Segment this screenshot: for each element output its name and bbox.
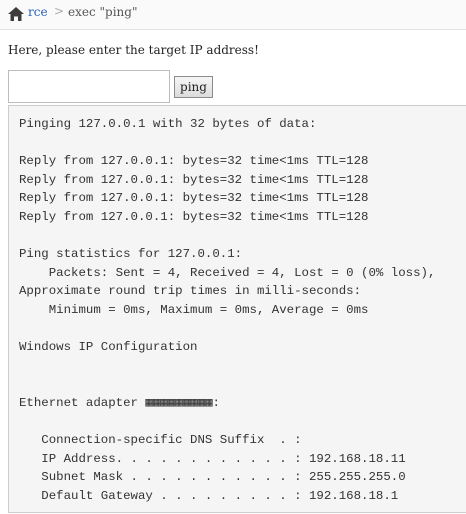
ping-button[interactable]: ping: [174, 76, 213, 98]
breadcrumb-link-rce[interactable]: rce: [28, 5, 48, 19]
target-ip-input[interactable]: [8, 70, 170, 103]
breadcrumb: rce > exec "ping": [0, 0, 466, 30]
breadcrumb-separator: >: [54, 4, 65, 18]
home-icon[interactable]: [8, 6, 24, 21]
ip-prompt-text: Here, please enter the target IP address…: [8, 43, 259, 57]
ping-output: Pinging 127.0.0.1 with 32 bytes of data:…: [8, 105, 466, 513]
breadcrumb-current: exec "ping": [68, 5, 138, 19]
